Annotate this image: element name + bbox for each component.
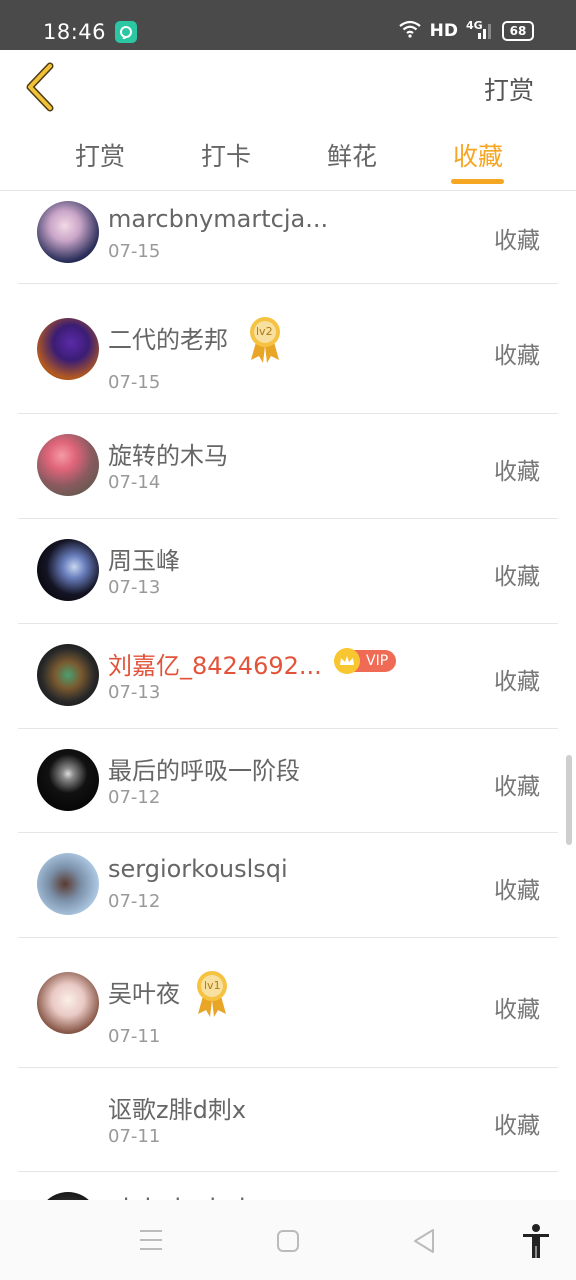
cell-signal-icon: 4G	[466, 19, 494, 41]
item-date: 07-11	[108, 1126, 161, 1147]
list-item[interactable]: 周玉峰 07-13 收藏	[18, 519, 558, 624]
list-item[interactable]: sergiorkouslsqi 07-12 收藏	[18, 833, 558, 938]
list-item[interactable]: 讴歌z腓d刺x 07-11 收藏	[18, 1068, 558, 1172]
tab-reward[interactable]: 打赏	[60, 137, 140, 173]
app-notification-icon	[115, 21, 137, 43]
scrollbar[interactable]	[566, 755, 572, 845]
tab-bar: 打赏 打卡 鲜花 收藏	[0, 125, 576, 191]
wifi-icon	[398, 20, 422, 42]
item-date: 07-15	[108, 241, 161, 262]
action-label: 收藏	[494, 997, 540, 1023]
home-icon[interactable]	[276, 1229, 300, 1257]
item-date: 07-13	[108, 682, 161, 703]
avatar[interactable]	[37, 434, 99, 496]
back-triangle-icon[interactable]	[412, 1228, 436, 1258]
item-date: 07-13	[108, 577, 161, 598]
favorites-list: marcbnymartcja... 07-15 收藏 二代的老邦 07-15 l…	[0, 191, 576, 1201]
user-name: marcbnymartcja...	[108, 205, 329, 233]
avatar[interactable]	[37, 318, 99, 380]
top-bar: 打赏	[0, 50, 576, 120]
back-button[interactable]	[22, 62, 58, 112]
level-medal-icon: lv2	[247, 314, 283, 364]
avatar[interactable]	[37, 853, 99, 915]
system-nav-bar	[0, 1200, 576, 1280]
reward-button[interactable]: 打赏	[484, 71, 534, 107]
action-label: 收藏	[494, 228, 540, 254]
user-name: 吴叶夜	[108, 980, 180, 1008]
item-date: 07-15	[108, 372, 161, 393]
action-label: 收藏	[494, 774, 540, 800]
user-name: 周玉峰	[108, 547, 180, 575]
tab-favorites[interactable]: 收藏	[438, 137, 518, 173]
list-item[interactable]: 吴叶夜 07-11 lv1 收藏	[18, 938, 558, 1068]
tab-checkin[interactable]: 打卡	[186, 137, 266, 173]
vip-badge: VIP	[334, 648, 397, 674]
list-item[interactable]: 旋转的木马 07-14 收藏	[18, 414, 558, 519]
chevron-left-icon	[26, 62, 54, 112]
user-name: 讴歌z腓d刺x	[108, 1096, 247, 1124]
tab-flowers[interactable]: 鲜花	[312, 137, 392, 173]
crown-icon	[334, 648, 360, 674]
item-date: 07-12	[108, 787, 161, 808]
level-medal-icon: lv1	[194, 968, 230, 1018]
action-label: 收藏	[494, 459, 540, 485]
user-name: 刘嘉亿_8424692...	[108, 652, 322, 680]
active-tab-indicator	[451, 179, 504, 184]
list-item[interactable]: 最后的呼吸一阶段 07-12 收藏	[18, 729, 558, 833]
avatar[interactable]	[37, 539, 99, 601]
list-item[interactable]: 二代的老邦 07-15 lv2 收藏	[18, 284, 558, 414]
avatar[interactable]	[37, 749, 99, 811]
avatar[interactable]	[37, 201, 99, 263]
accessibility-icon[interactable]	[521, 1224, 551, 1262]
action-label: 收藏	[494, 669, 540, 695]
list-item[interactable]: alpbobwivdrpov 收藏	[18, 1172, 558, 1201]
status-time: 18:46	[43, 20, 107, 44]
action-label: 收藏	[494, 343, 540, 369]
action-label: 收藏	[494, 564, 540, 590]
user-name: 最后的呼吸一阶段	[108, 757, 300, 785]
user-name: 二代的老邦	[108, 326, 228, 354]
item-date: 07-14	[108, 472, 161, 493]
user-name: 旋转的木马	[108, 442, 228, 470]
avatar[interactable]	[37, 644, 99, 706]
user-name: sergiorkouslsqi	[108, 855, 288, 883]
item-date: 07-11	[108, 1026, 161, 1047]
avatar[interactable]	[37, 972, 99, 1034]
hd-indicator: HD	[429, 21, 458, 41]
list-item[interactable]: 刘嘉亿_8424692... VIP 07-13 收藏	[18, 624, 558, 729]
menu-icon[interactable]	[139, 1229, 163, 1255]
action-label: 收藏	[494, 878, 540, 904]
list-item[interactable]: marcbnymartcja... 07-15 收藏	[18, 191, 558, 284]
item-date: 07-12	[108, 891, 161, 912]
status-bar: 18:46 HD 4G 68	[0, 0, 576, 50]
action-label: 收藏	[494, 1113, 540, 1139]
battery-indicator: 68	[502, 21, 534, 41]
